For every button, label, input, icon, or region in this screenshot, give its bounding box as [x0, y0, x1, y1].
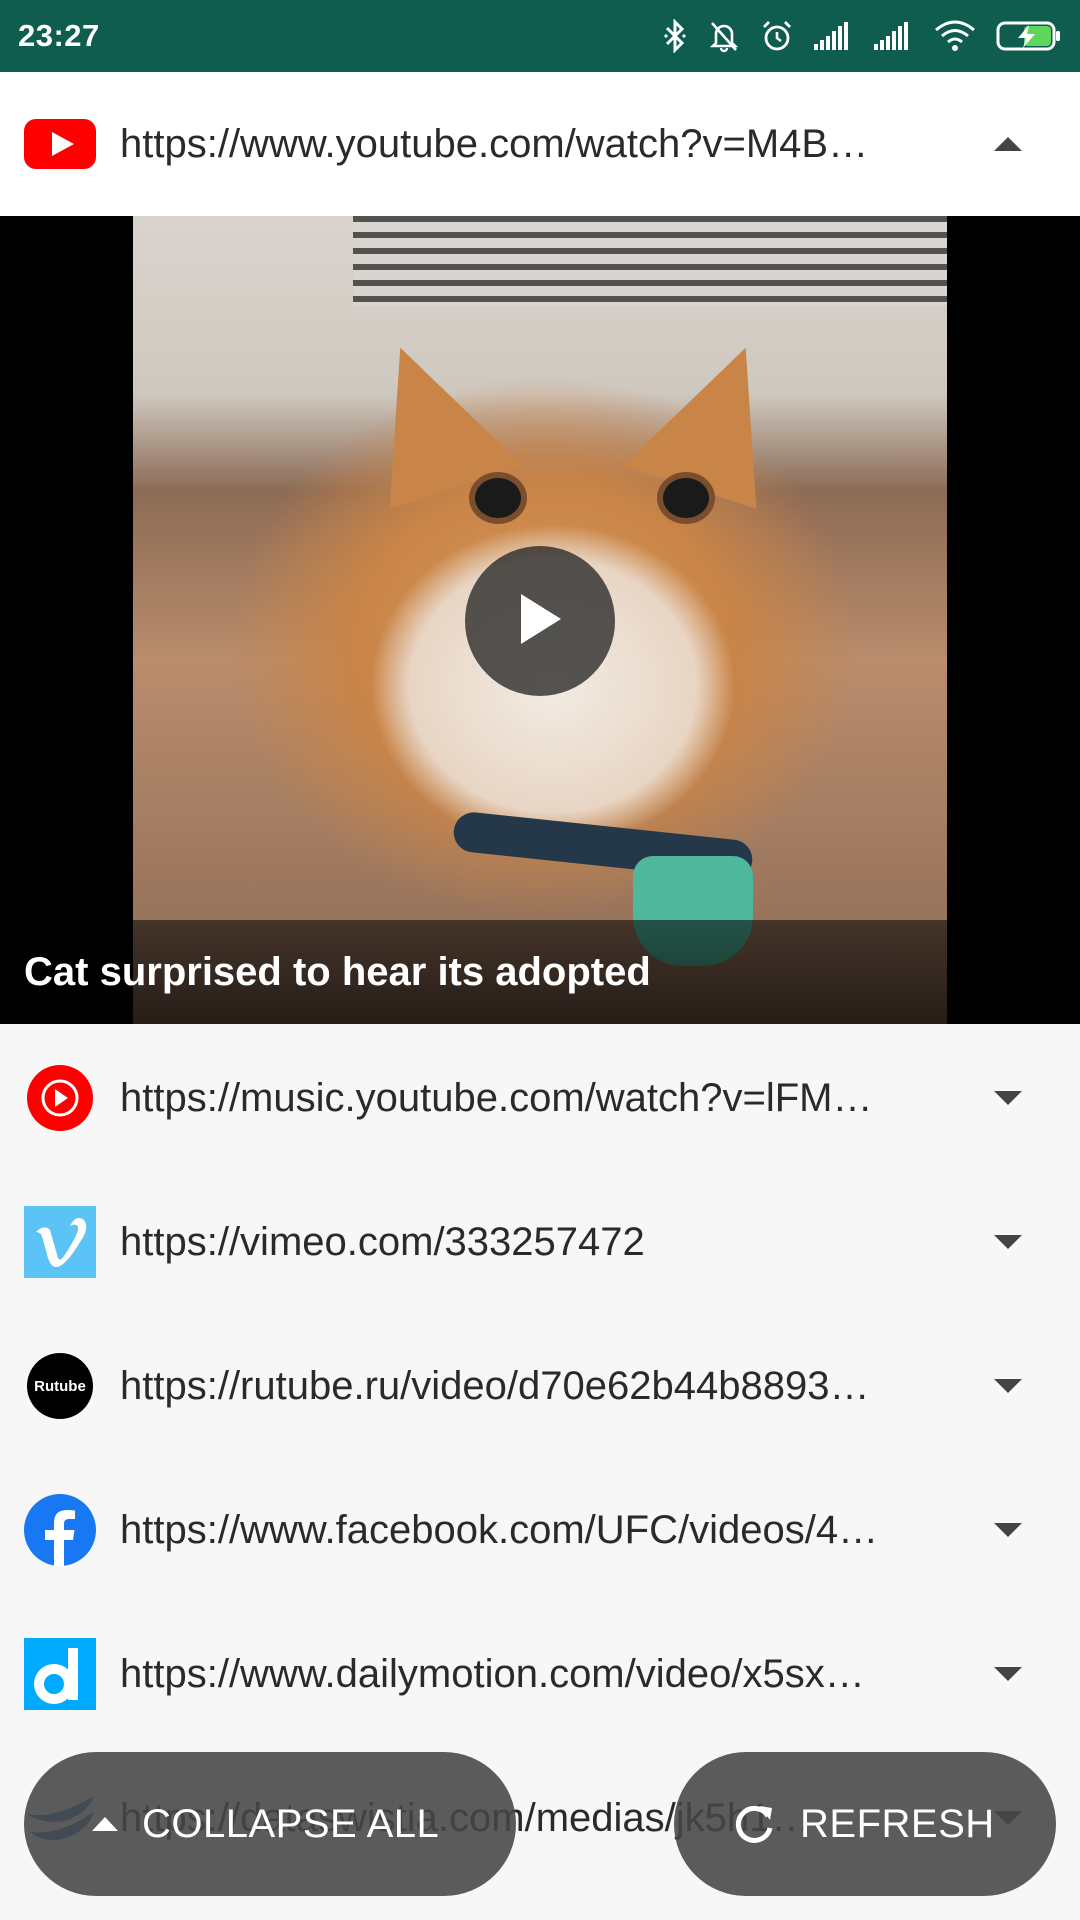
- status-bar: 23:27: [0, 0, 1080, 72]
- chevron-up-icon[interactable]: [990, 132, 1026, 156]
- status-icons: [662, 19, 1062, 53]
- list-item-vimeo[interactable]: https://vimeo.com/333257472: [0, 1170, 1080, 1314]
- thumbnail-eye: [663, 478, 709, 518]
- thumbnail-eye: [475, 478, 521, 518]
- chevron-down-icon[interactable]: [990, 1518, 1026, 1542]
- signal-icon: [814, 22, 854, 50]
- item-url: https://www.dailymotion.com/video/x5sx…: [120, 1651, 865, 1696]
- video-player[interactable]: Cat surprised to hear its adopted: [0, 216, 1080, 1024]
- refresh-button[interactable]: REFRESH: [674, 1752, 1056, 1896]
- chevron-down-icon[interactable]: [990, 1662, 1026, 1686]
- thumbnail-ear: [623, 323, 803, 509]
- youtube-logo: [24, 108, 96, 180]
- list-item-rutube[interactable]: Rutube https://rutube.ru/video/d70e62b44…: [0, 1314, 1080, 1458]
- item-url: https://www.youtube.com/watch?v=M4B…: [120, 121, 869, 166]
- rutube-logo: Rutube: [24, 1350, 96, 1422]
- list-item-dailymotion[interactable]: https://www.dailymotion.com/video/x5sx…: [0, 1602, 1080, 1746]
- bluetooth-icon: [662, 19, 688, 53]
- chevron-down-icon[interactable]: [990, 1086, 1026, 1110]
- signal-icon: [874, 22, 914, 50]
- dailymotion-logo: [24, 1638, 96, 1710]
- chevron-down-icon[interactable]: [990, 1374, 1026, 1398]
- item-url: https://www.facebook.com/UFC/videos/4…: [120, 1507, 879, 1552]
- play-icon: [517, 592, 563, 651]
- video-title: Cat surprised to hear its adopted: [24, 949, 651, 994]
- list-item-youtube-music[interactable]: https://music.youtube.com/watch?v=lFM…: [0, 1026, 1080, 1170]
- collapse-all-button[interactable]: COLLAPSE ALL: [24, 1752, 516, 1896]
- play-button[interactable]: [465, 546, 615, 696]
- battery-charging-icon: [996, 20, 1062, 52]
- facebook-logo: [24, 1494, 96, 1566]
- list-item-youtube[interactable]: https://www.youtube.com/watch?v=M4B…: [0, 72, 1080, 216]
- alarm-icon: [760, 19, 794, 53]
- vimeo-logo: [24, 1206, 96, 1278]
- svg-text:Rutube: Rutube: [34, 1378, 86, 1395]
- item-url: https://rutube.ru/video/d70e62b44b8893…: [120, 1363, 870, 1408]
- refresh-icon: [730, 1800, 778, 1848]
- item-url: https://vimeo.com/333257472: [120, 1219, 645, 1264]
- thumbnail-vent: [353, 216, 947, 306]
- caret-up-icon: [90, 1815, 120, 1833]
- status-time: 23:27: [18, 18, 100, 53]
- item-url: https://music.youtube.com/watch?v=lFM…: [120, 1075, 873, 1120]
- youtube-music-logo: [24, 1062, 96, 1134]
- bell-off-icon: [708, 19, 740, 53]
- refresh-label: REFRESH: [800, 1801, 995, 1846]
- wifi-icon: [934, 20, 976, 52]
- video-caption-bar: Cat surprised to hear its adopted: [0, 920, 1080, 1024]
- chevron-down-icon[interactable]: [990, 1230, 1026, 1254]
- list-item-facebook[interactable]: https://www.facebook.com/UFC/videos/4…: [0, 1458, 1080, 1602]
- collapse-all-label: COLLAPSE ALL: [142, 1801, 440, 1846]
